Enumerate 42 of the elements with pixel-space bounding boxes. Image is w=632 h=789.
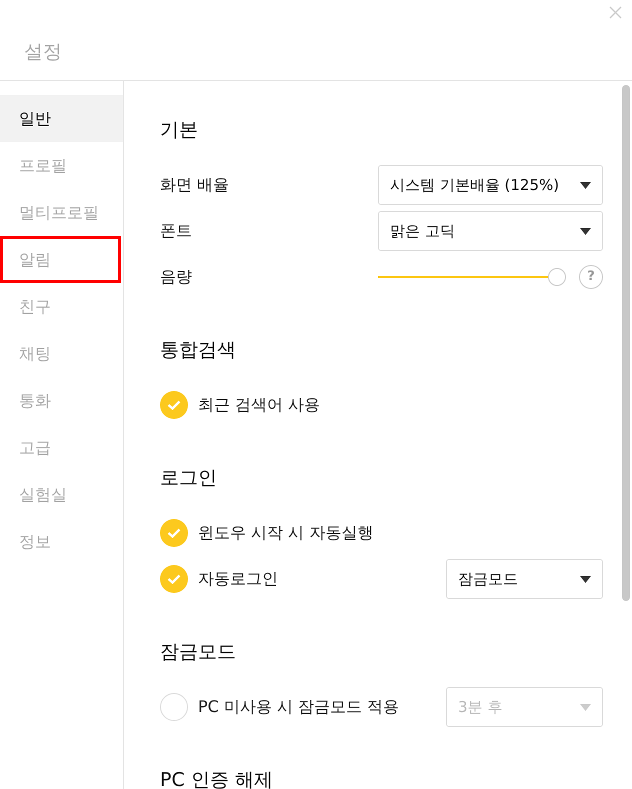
checkbox[interactable] [160, 565, 188, 593]
section-title: 통합검색 [160, 338, 237, 363]
dropdown[interactable]: 맑은 고딕 [378, 211, 603, 251]
checkbox-label: PC 미사용 시 잠금모드 적용 [198, 696, 400, 718]
setting-label: 음량 [160, 266, 192, 288]
sidebar-item[interactable]: 고급 [0, 424, 123, 471]
sidebar-item[interactable]: 채팅 [0, 330, 123, 377]
sidebar-item[interactable]: 알림 [0, 236, 121, 283]
check-icon [167, 400, 181, 410]
section-title: 잠금모드 [160, 640, 237, 665]
checkbox-label: 자동로그인 [198, 568, 278, 590]
sidebar-item[interactable]: 멀티프로필 [0, 189, 123, 236]
volume-slider[interactable] [378, 267, 566, 287]
help-button[interactable]: ? [579, 265, 603, 289]
dropdown[interactable]: 잠금모드 [446, 559, 603, 599]
checkbox-label: 윈도우 시작 시 자동실행 [198, 522, 374, 544]
section-title: 기본 [160, 118, 199, 143]
setting-label: 화면 배율 [160, 174, 230, 196]
check-icon [167, 528, 181, 538]
caret-icon [580, 182, 591, 188]
checkbox-label: 최근 검색어 사용 [198, 394, 320, 416]
caret-icon [580, 228, 591, 234]
checkbox[interactable] [160, 693, 188, 721]
caret-icon [580, 704, 591, 710]
sidebar-item[interactable]: 친구 [0, 283, 123, 330]
checkbox[interactable] [160, 391, 188, 419]
close-icon[interactable] [609, 6, 622, 19]
caret-icon [580, 576, 591, 582]
sidebar-item[interactable]: 정보 [0, 518, 123, 565]
sidebar-item[interactable]: 일반 [0, 95, 123, 142]
sidebar-item[interactable]: 실험실 [0, 471, 123, 518]
section-title: 로그인 [160, 466, 218, 491]
slider-thumb[interactable] [548, 268, 566, 286]
window-title: 설정 [24, 40, 62, 65]
sidebar-item[interactable]: 프로필 [0, 142, 123, 189]
setting-label: 폰트 [160, 220, 192, 242]
checkbox[interactable] [160, 519, 188, 547]
section-title: PC 인증 해제 [160, 768, 274, 789]
check-icon [167, 574, 181, 584]
sidebar-item[interactable]: 통화 [0, 377, 123, 424]
scrollbar[interactable] [622, 85, 630, 601]
dropdown[interactable]: 시스템 기본배율 (125%) [378, 165, 603, 205]
